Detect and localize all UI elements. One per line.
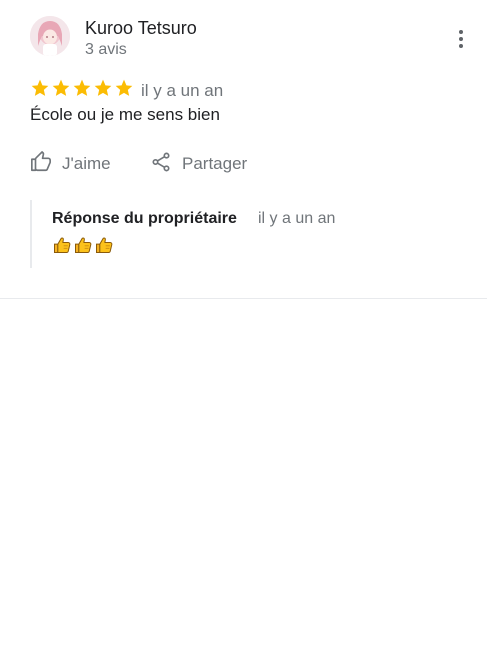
share-button[interactable]: Partager bbox=[150, 150, 247, 178]
more-options-button[interactable] bbox=[450, 26, 472, 52]
review-time: il y a un an bbox=[141, 81, 224, 100]
owner-reply-text bbox=[52, 235, 114, 257]
owner-reply-time: il y a un an bbox=[258, 210, 336, 227]
author-name[interactable]: Kuroo Tetsuro bbox=[85, 17, 197, 39]
star-rating bbox=[30, 78, 134, 100]
avatar[interactable] bbox=[30, 16, 70, 56]
star-icon bbox=[73, 79, 91, 96]
author-review-count[interactable]: 3 avis bbox=[85, 40, 127, 60]
share-label: Partager bbox=[182, 154, 248, 173]
thumbs-up-emoji-icon bbox=[54, 237, 71, 253]
star-icon bbox=[52, 79, 70, 96]
like-button[interactable]: J'aime bbox=[30, 150, 111, 178]
star-icon bbox=[94, 79, 112, 96]
more-options-icon bbox=[459, 30, 463, 34]
divider bbox=[0, 298, 487, 299]
thumbs-up-emoji-icon bbox=[75, 237, 92, 253]
owner-reply: Réponse du propriétaire il y a un an bbox=[30, 200, 462, 268]
like-label: J'aime bbox=[62, 154, 111, 173]
review-text: École ou je me sens bien bbox=[30, 105, 220, 124]
star-icon bbox=[115, 79, 133, 96]
star-icon bbox=[31, 79, 49, 96]
thumbs-up-emoji-icon bbox=[96, 237, 113, 253]
review-card: Kuroo Tetsuro 3 avis il y a un an École … bbox=[0, 0, 487, 659]
thumbs-up-icon bbox=[30, 150, 52, 178]
owner-reply-title: Réponse du propriétaire bbox=[52, 210, 237, 227]
share-icon bbox=[150, 151, 172, 178]
